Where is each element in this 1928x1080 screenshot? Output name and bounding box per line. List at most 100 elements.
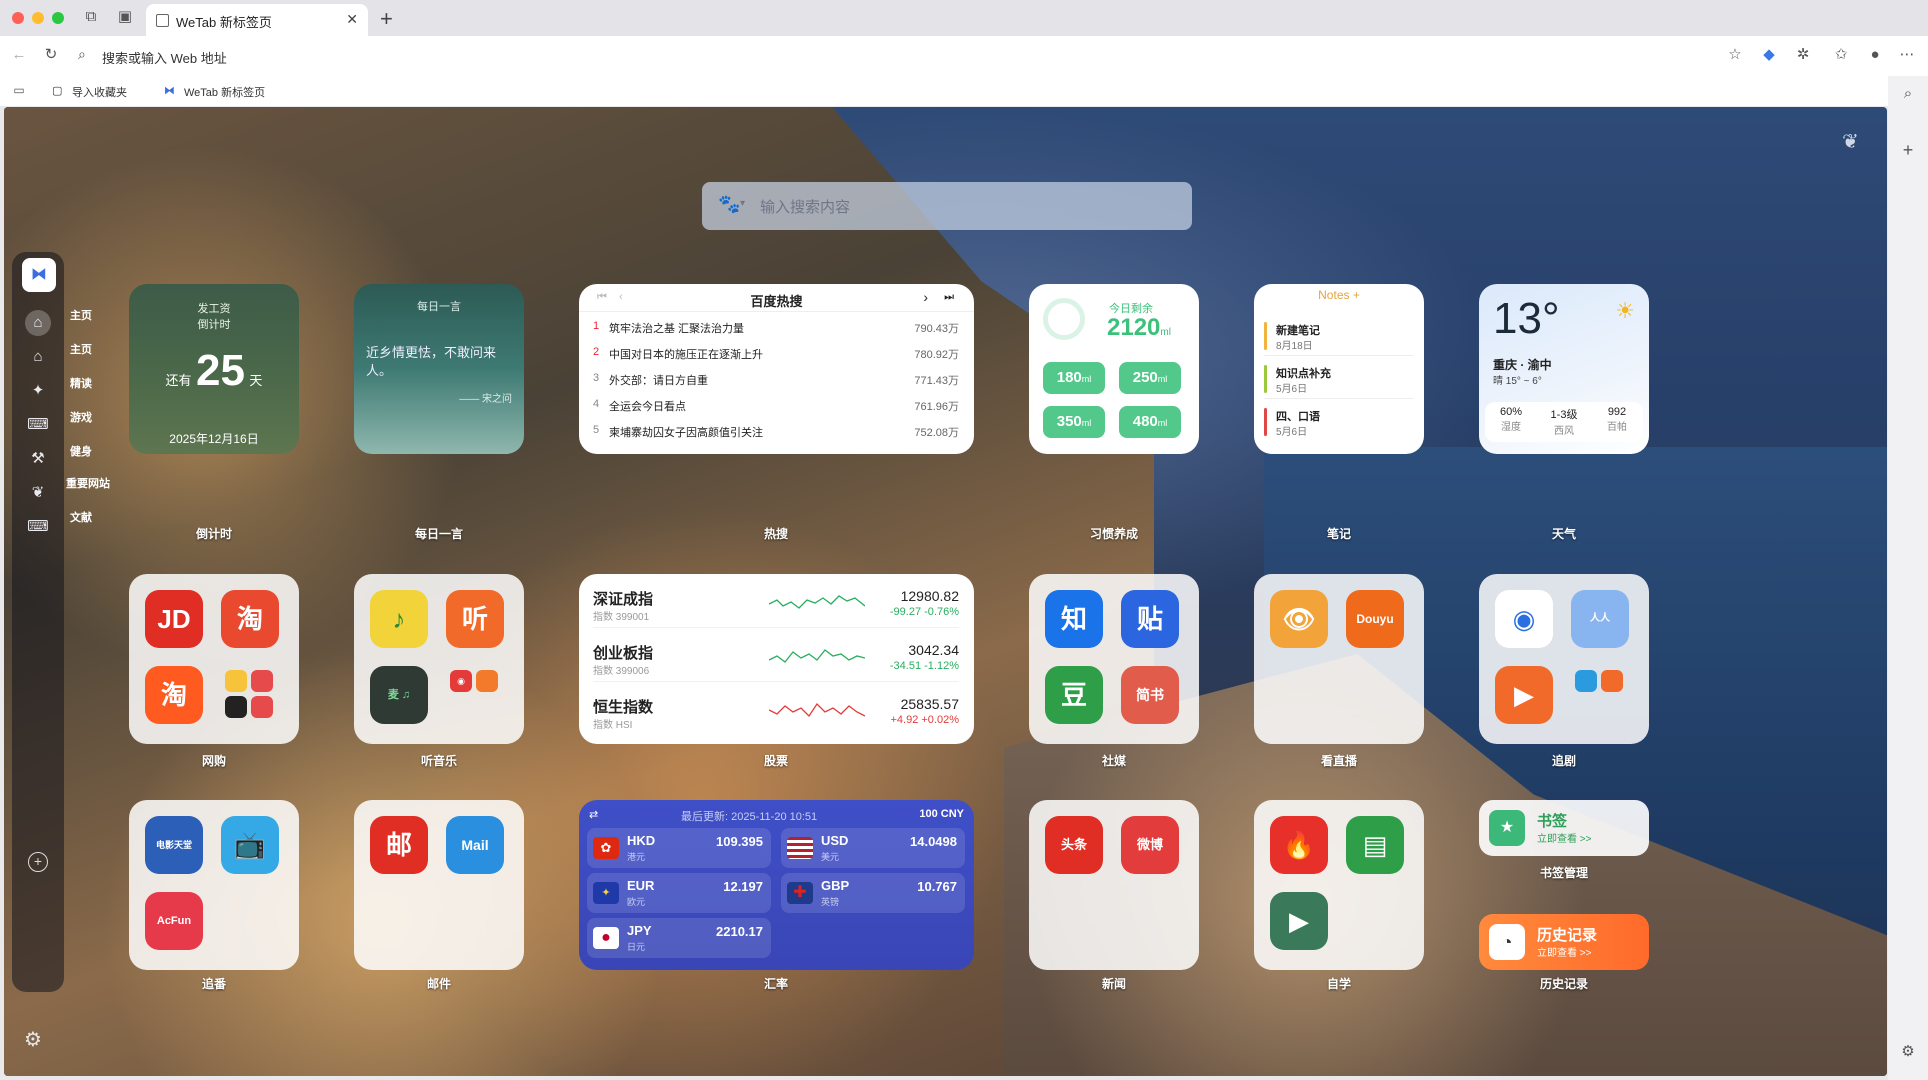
tab-actions-icon[interactable]: ▣: [114, 7, 136, 29]
news-folder[interactable]: 头条 微博: [1029, 800, 1199, 970]
bilibili-app-icon[interactable]: 📺: [221, 816, 279, 874]
workspaces-icon[interactable]: ⧉: [80, 7, 102, 29]
search-icon[interactable]: ⌕: [1897, 84, 1919, 106]
stock-row[interactable]: 恒生指数 指数 HSI 25835.57 +4.92 +0.02%: [593, 682, 959, 736]
note-item[interactable]: 新建笔记 8月18日: [1264, 318, 1414, 356]
tieba-app-icon[interactable]: 贴: [1121, 590, 1179, 648]
wetab-logo[interactable]: ⧓: [22, 258, 56, 292]
baidu-paw-icon[interactable]: 🐾: [718, 194, 740, 215]
bookmark-manager-widget[interactable]: ★ 书签 立即查看 >>: [1479, 800, 1649, 856]
video-course-app-icon[interactable]: ▶: [1270, 892, 1328, 950]
notes-header[interactable]: Notes +: [1254, 288, 1424, 302]
add-180-button[interactable]: 180ml: [1043, 362, 1105, 394]
bookmark-wetab[interactable]: WeTab 新标签页: [184, 84, 265, 100]
live-folder[interactable]: 👁 Douyu: [1254, 574, 1424, 744]
history-widget[interactable]: ◔ 历史记录 立即查看 >>: [1479, 914, 1649, 970]
engine-dropdown-icon[interactable]: ▾: [740, 198, 745, 209]
extensions-puzzle-icon[interactable]: ✲: [1792, 45, 1814, 67]
leaf-icon[interactable]: ❦: [1842, 129, 1859, 154]
search-box[interactable]: 🐾 ▾ 输入搜索内容: [702, 182, 1192, 230]
add-category-button[interactable]: +: [28, 852, 48, 872]
stock-row[interactable]: 深证成指 指数 399001 12980.82 -99.27 -0.76%: [593, 574, 959, 628]
hot-item[interactable]: 3 外交部：请日方自重 771.43万: [593, 366, 959, 392]
fx-cell-gbp[interactable]: ✚ GBP 英镑 10.767: [781, 873, 965, 913]
note-item[interactable]: 知识点补充 5月6日: [1264, 361, 1414, 399]
extension-icon[interactable]: ◆: [1758, 45, 1780, 67]
qq-music-app-icon[interactable]: ♪: [370, 590, 428, 648]
book-icon[interactable]: ⌨: [25, 514, 51, 540]
mini-app-icon[interactable]: [225, 696, 247, 718]
social-folder[interactable]: 知 贴 豆 简书: [1029, 574, 1199, 744]
favorite-star-icon[interactable]: ☆: [1724, 45, 1746, 67]
acfun-app-icon[interactable]: AcFun: [145, 892, 203, 950]
daily-quote-widget[interactable]: 每日一言 近乡情更怯，不敢问来人。 —— 宋之问: [354, 284, 524, 454]
mail-folder[interactable]: 邮 Mail: [354, 800, 524, 970]
settings-icon[interactable]: ⚙: [1897, 1042, 1919, 1064]
weather-widget[interactable]: 13° ☀ 重庆 · 渝中 晴 15° ~ 6° 60% 湿度 1-3级 西风 99…: [1479, 284, 1649, 454]
mini-app-icon[interactable]: [476, 670, 498, 692]
compass-icon[interactable]: ✦: [25, 378, 51, 404]
netease-music-icon[interactable]: ◉: [450, 670, 472, 692]
sidebar-toggle-icon[interactable]: ▭: [8, 80, 30, 102]
sidebar-item-label[interactable]: 主页: [70, 307, 92, 323]
hot-item[interactable]: 4 全运会今日看点 761.96万: [593, 392, 959, 418]
water-habit-widget[interactable]: 今日剩余 2120ml 180ml 250ml 350ml 480ml: [1029, 284, 1199, 454]
tab-wetab[interactable]: WeTab 新标签页 ✕: [146, 4, 368, 36]
taobao-app-icon[interactable]: 淘: [145, 666, 203, 724]
renren-app-icon[interactable]: 人人: [1571, 590, 1629, 648]
settings-gear-icon[interactable]: ⚙: [24, 1027, 42, 1052]
qishui-music-app-icon[interactable]: 麦 ♫: [370, 666, 428, 724]
countdown-widget[interactable]: 发工资 倒计时 还有 25 天 2025年12月16日: [129, 284, 299, 454]
tencent-video-app-icon[interactable]: ▶: [1495, 666, 1553, 724]
add-250-button[interactable]: 250ml: [1119, 362, 1181, 394]
add-icon[interactable]: +: [1897, 140, 1919, 162]
fx-cell-eur[interactable]: ✦ EUR 欧元 12.197: [587, 873, 771, 913]
anime-folder[interactable]: 电影天堂 📺 AcFun: [129, 800, 299, 970]
mini-app-icon[interactable]: [1601, 670, 1623, 692]
sidebar-item-label[interactable]: 主页: [70, 341, 92, 357]
add-350-button[interactable]: 350ml: [1043, 406, 1105, 438]
jianshu-app-icon[interactable]: 简书: [1121, 666, 1179, 724]
zhihu-app-icon[interactable]: 知: [1045, 590, 1103, 648]
sidebar-item-label[interactable]: 重要网站: [66, 475, 110, 491]
swap-icon[interactable]: ⇄: [589, 808, 598, 821]
shopping-folder[interactable]: JD 淘 淘: [129, 574, 299, 744]
self-study-folder[interactable]: 🔥 ▤ ▶: [1254, 800, 1424, 970]
note-item[interactable]: 四、口语 5月6日: [1264, 404, 1414, 442]
fx-cell-hkd[interactable]: ✿ HKD 港元 109.395: [587, 828, 771, 868]
fx-cell-usd[interactable]: USD 美元 14.0498: [781, 828, 965, 868]
sidebar-item-label[interactable]: 游戏: [70, 409, 92, 425]
zoom-window-button[interactable]: [52, 12, 64, 24]
gamepad-icon[interactable]: ⌨: [25, 412, 51, 438]
stock-widget[interactable]: 深证成指 指数 399001 12980.82 -99.27 -0.76% 创业…: [579, 574, 974, 744]
sidebar-item-label[interactable]: 精读: [70, 375, 92, 391]
more-menu-icon[interactable]: ⋯: [1896, 45, 1918, 67]
mini-app-icon[interactable]: [1575, 670, 1597, 692]
favorites-icon[interactable]: ✩: [1830, 45, 1852, 67]
mail-app-icon[interactable]: Mail: [446, 816, 504, 874]
exchange-rate-widget[interactable]: ⇄ 最后更新: 2025-11-20 10:51 100 CNY ✿ HKD 港…: [579, 800, 974, 970]
taobao-app-icon[interactable]: 淘: [221, 590, 279, 648]
music-folder[interactable]: ♪ 听 麦 ♫ ◉: [354, 574, 524, 744]
bookmark-import[interactable]: 导入收藏夹: [72, 84, 127, 100]
sidebar-item-label[interactable]: 文献: [70, 509, 92, 525]
close-tab-icon[interactable]: ✕: [346, 11, 358, 28]
mini-app-icon[interactable]: [251, 696, 273, 718]
minimize-window-button[interactable]: [32, 12, 44, 24]
last-page-icon[interactable]: ⏭: [944, 291, 954, 304]
address-input[interactable]: ⌕ 搜索或输入 Web 地址: [72, 43, 1752, 69]
hot-item[interactable]: 2 中国对日本的施压正在逐渐上升 780.92万: [593, 340, 959, 366]
dumbbell-icon[interactable]: ⚒: [25, 446, 51, 472]
ting-app-icon[interactable]: 听: [446, 590, 504, 648]
drama-folder[interactable]: ◉ 人人 ▶: [1479, 574, 1649, 744]
new-tab-button[interactable]: +: [380, 6, 393, 32]
weibo-app-icon[interactable]: 微博: [1121, 816, 1179, 874]
book-app-icon[interactable]: ▤: [1346, 816, 1404, 874]
flame-app-icon[interactable]: 🔥: [1270, 816, 1328, 874]
mini-app-icon[interactable]: [225, 670, 247, 692]
jd-app-icon[interactable]: JD: [145, 590, 203, 648]
back-icon[interactable]: ←: [8, 45, 30, 67]
next-page-icon[interactable]: ›: [923, 289, 928, 305]
notes-widget[interactable]: Notes + 新建笔记 8月18日 知识点补充 5月6日 四、口语 5月6日: [1254, 284, 1424, 454]
china-post-app-icon[interactable]: 邮: [370, 816, 428, 874]
